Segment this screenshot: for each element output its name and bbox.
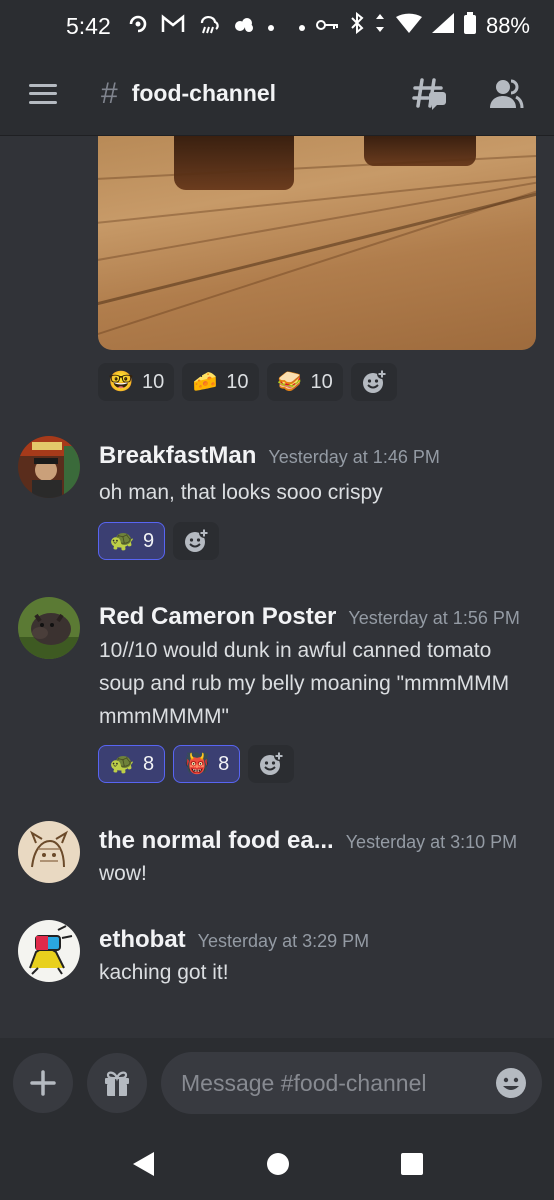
sync-icon	[127, 13, 149, 39]
reaction-count: 10	[226, 370, 249, 393]
status-bar: 5:42 88%	[0, 0, 554, 52]
timestamp: Yesterday at 1:46 PM	[268, 447, 440, 467]
recents-icon[interactable]	[400, 1152, 424, 1176]
reaction-button[interactable]: 🐢 8	[98, 745, 166, 783]
signal-icon	[431, 13, 454, 39]
channel-header: # food-channel	[0, 52, 554, 136]
dot-icon	[267, 16, 275, 36]
reaction-count: 9	[143, 529, 155, 552]
username[interactable]: ethobat	[99, 926, 186, 954]
message-reactions: 🐢 9	[98, 522, 220, 560]
menu-icon[interactable]	[29, 83, 57, 104]
message-input-wrapper	[161, 1052, 542, 1114]
status-time: 5:42	[66, 12, 111, 39]
add-reaction-icon	[362, 369, 387, 393]
plus-icon	[30, 1070, 56, 1096]
attach-button[interactable]	[13, 1053, 73, 1113]
reaction-button[interactable]: 👹 8	[173, 745, 241, 783]
cloud-icon	[233, 15, 255, 37]
add-reaction-button[interactable]	[173, 522, 220, 560]
add-reaction-button[interactable]	[248, 745, 295, 783]
gmail-icon	[161, 14, 185, 38]
top-reactions: 🤓 10 🧀 10 🥪 10	[98, 363, 397, 401]
members-icon[interactable]	[488, 76, 524, 112]
avatar[interactable]	[18, 597, 80, 659]
battery-icon	[463, 12, 476, 40]
dot-icon	[298, 15, 306, 38]
username[interactable]: BreakfastMan	[99, 442, 256, 470]
data-arrows-icon	[374, 12, 386, 40]
reaction-button[interactable]: 🤓 10	[98, 363, 175, 401]
message-text: 10//10 would dunk in awful canned tomato…	[99, 639, 510, 728]
status-system-icons: 88%	[298, 11, 530, 40]
message-text: wow!	[99, 862, 147, 885]
threads-icon[interactable]	[412, 76, 448, 112]
username[interactable]: Red Cameron Poster	[99, 603, 336, 631]
home-icon[interactable]	[266, 1152, 290, 1176]
back-icon[interactable]	[130, 1150, 156, 1178]
reaction-button[interactable]: 🥪 10	[266, 363, 343, 401]
channel-hash-icon: #	[101, 76, 118, 110]
status-notification-icons	[127, 13, 275, 39]
message-text: oh man, that looks sooo crispy	[99, 481, 383, 504]
channel-title[interactable]: food-channel	[132, 80, 276, 107]
add-reaction-button[interactable]	[350, 363, 397, 401]
reaction-button[interactable]: 🧀 10	[182, 363, 259, 401]
reaction-button[interactable]: 🐢 9	[98, 522, 166, 560]
timestamp: Yesterday at 1:56 PM	[348, 608, 520, 628]
system-nav-bar	[0, 1128, 554, 1200]
bluetooth-icon	[350, 11, 364, 40]
battery-percent: 88%	[485, 13, 530, 38]
avatar[interactable]	[18, 920, 80, 982]
turtle-emoji-icon: 🐢	[109, 753, 135, 775]
weather-icon	[197, 13, 221, 39]
emoji-picker-icon[interactable]	[494, 1066, 528, 1100]
message-input[interactable]	[181, 1069, 494, 1097]
red-creature-emoji-icon: 👹	[184, 753, 210, 775]
nerd-emoji-icon: 🤓	[108, 371, 134, 393]
message-text: kaching got it!	[99, 961, 229, 984]
reaction-count: 10	[142, 370, 165, 393]
reaction-count: 8	[143, 752, 155, 775]
sandwich-emoji-icon: 🥪	[277, 371, 302, 393]
avatar[interactable]	[18, 821, 80, 883]
message-reactions: 🐢 8 👹 8	[98, 745, 295, 783]
cheese-emoji-icon: 🧀	[192, 371, 218, 393]
reaction-count: 10	[310, 370, 333, 393]
wifi-icon	[395, 13, 422, 39]
gift-icon	[105, 1071, 129, 1096]
add-reaction-icon	[185, 528, 210, 552]
message-composer	[0, 1038, 554, 1128]
timestamp: Yesterday at 3:29 PM	[197, 931, 370, 951]
key-icon	[315, 15, 340, 38]
add-reaction-icon	[260, 751, 285, 775]
reaction-count: 8	[218, 752, 230, 775]
attached-food-image[interactable]	[98, 136, 536, 350]
timestamp: Yesterday at 3:10 PM	[345, 832, 518, 852]
avatar[interactable]	[18, 436, 80, 498]
gift-button[interactable]	[87, 1053, 147, 1113]
username[interactable]: the normal food ea...	[99, 827, 334, 855]
turtle-emoji-icon: 🐢	[109, 530, 135, 552]
